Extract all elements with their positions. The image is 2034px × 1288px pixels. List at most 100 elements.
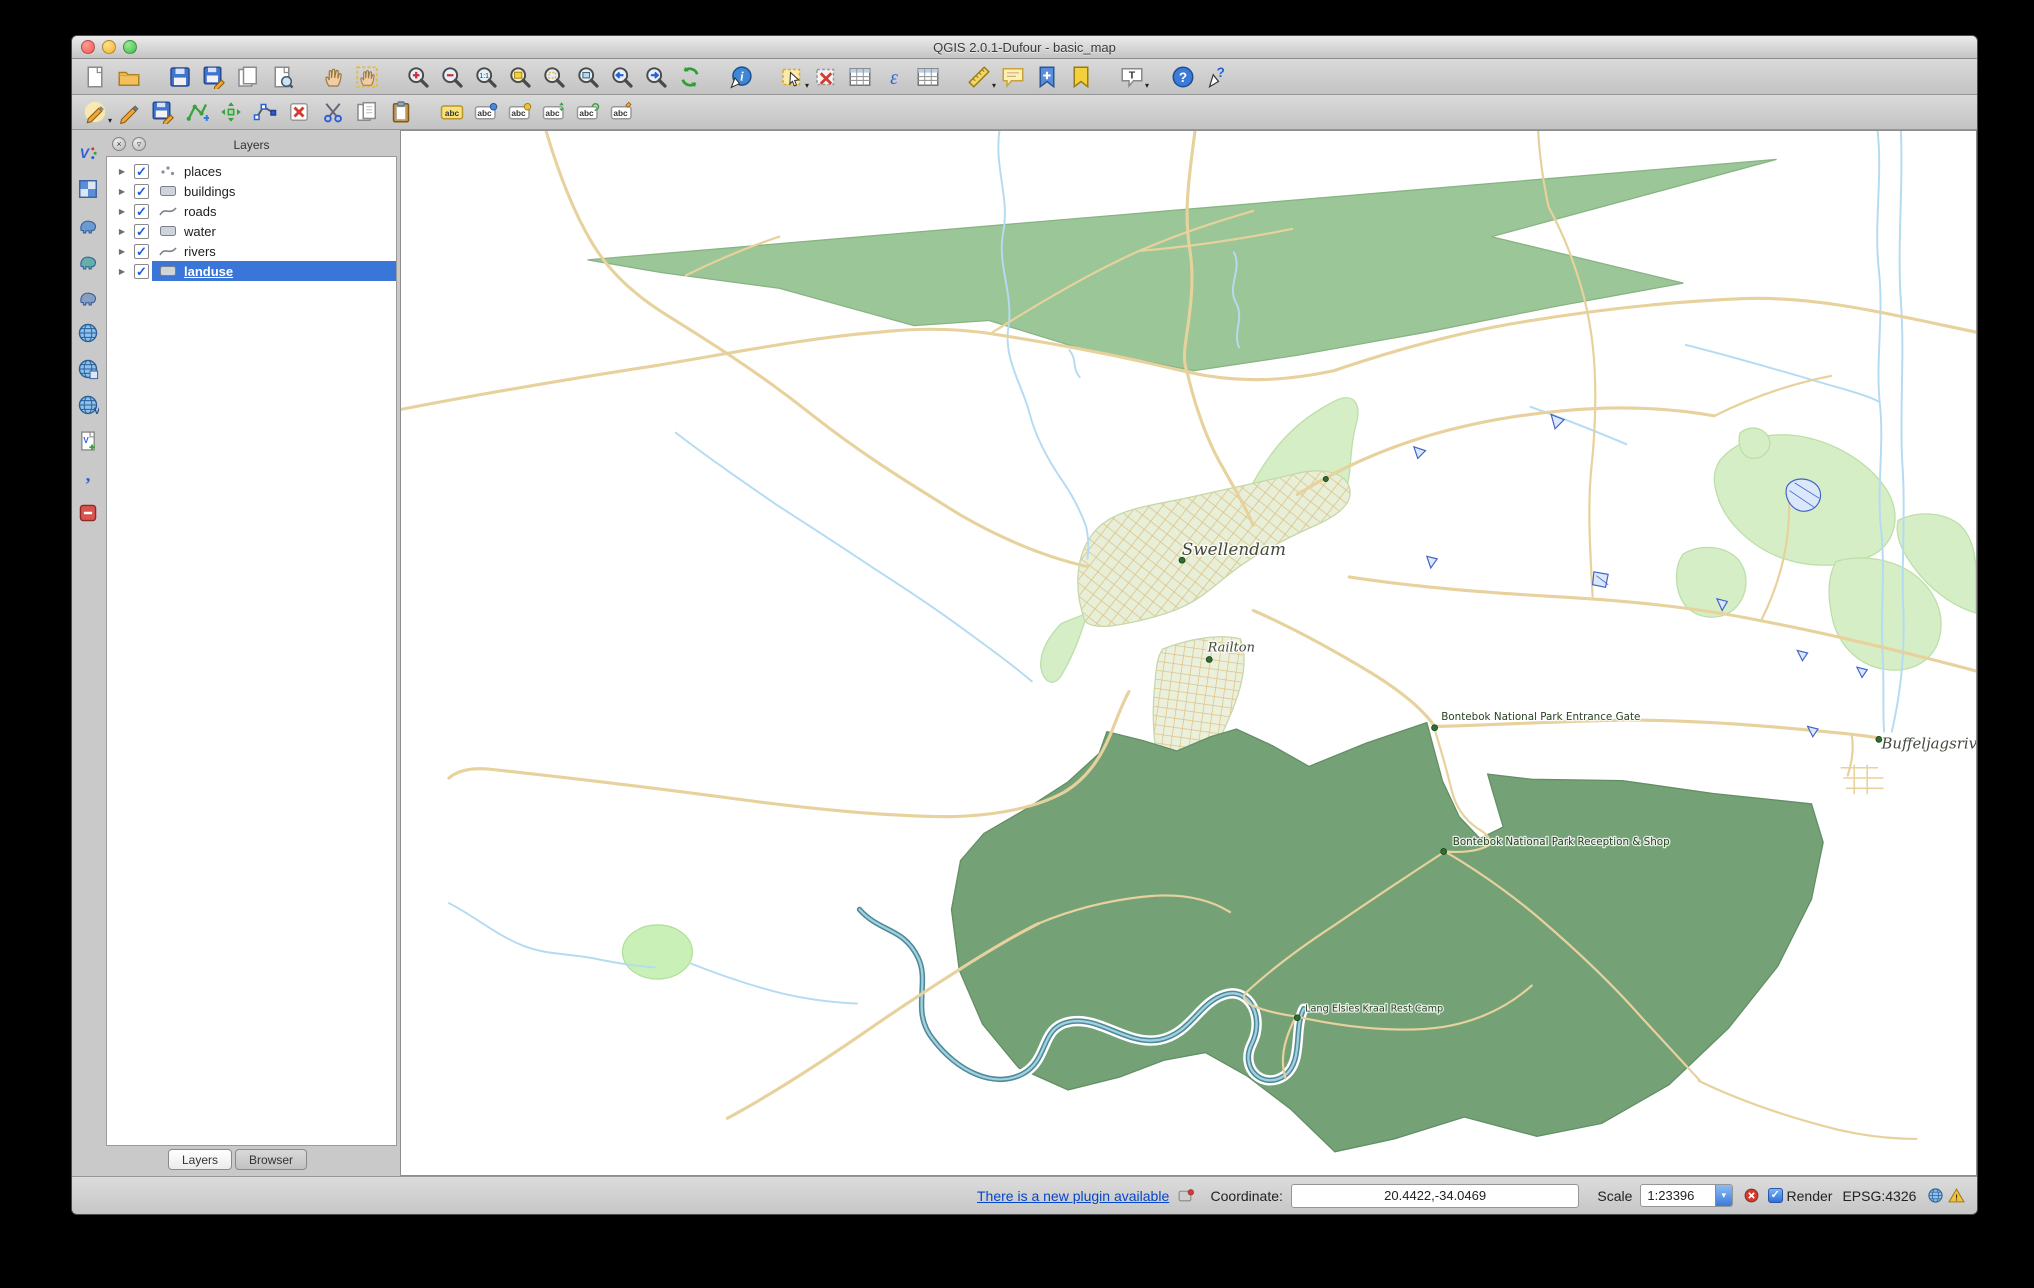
layer-row-water[interactable]: ▶ ✓water — [107, 221, 396, 241]
select-features-button[interactable] — [777, 62, 807, 92]
whats-this-button[interactable]: ? — [1202, 62, 1232, 92]
move-feature-button[interactable] — [216, 97, 246, 127]
panel-close-button[interactable]: × — [112, 137, 126, 151]
toggle-editing-button[interactable] — [114, 97, 144, 127]
zoom-full-button[interactable] — [505, 62, 535, 92]
layer-row-places[interactable]: ▶ ✓places — [107, 161, 396, 181]
composer-manager-button[interactable] — [267, 62, 297, 92]
refresh-map-button[interactable] — [675, 62, 705, 92]
show-pinned-labels-button[interactable]: abc — [471, 97, 501, 127]
labeling-options-button[interactable]: abc — [437, 97, 467, 127]
expand-arrow-icon[interactable]: ▶ — [116, 167, 128, 176]
tab-layers[interactable]: Layers — [168, 1149, 232, 1170]
pan-map-button[interactable] — [318, 62, 348, 92]
layer-row-buildings[interactable]: ▶ ✓buildings — [107, 181, 396, 201]
help-contents-button[interactable]: ? — [1168, 62, 1198, 92]
pin-unpin-labels-button[interactable]: abc — [505, 97, 535, 127]
identify-features-button[interactable]: i — [726, 62, 756, 92]
save-project-button[interactable] — [165, 62, 195, 92]
layer-row-landuse[interactable]: ▶ ✓landuse — [107, 261, 396, 281]
zoom-in-button[interactable] — [403, 62, 433, 92]
layer-visibility-checkbox[interactable]: ✓ — [134, 244, 149, 259]
messages-button[interactable]: ! — [1948, 1187, 1965, 1205]
layer-visibility-checkbox[interactable]: ✓ — [134, 224, 149, 239]
panel-float-button[interactable]: ▿ — [132, 137, 146, 151]
measure-button[interactable] — [964, 62, 994, 92]
node-tool-button[interactable] — [250, 97, 280, 127]
close-window-button[interactable] — [81, 40, 95, 54]
new-project-button[interactable] — [80, 62, 110, 92]
new-bookmark-button[interactable] — [1032, 62, 1062, 92]
copy-features-button[interactable] — [352, 97, 382, 127]
zoom-to-layer-button[interactable] — [573, 62, 603, 92]
layer-visibility-checkbox[interactable]: ✓ — [134, 204, 149, 219]
text-annotation-button[interactable]: T — [1117, 62, 1147, 92]
add-raster-layer-button[interactable] — [73, 174, 103, 204]
add-spatialite-layer-button[interactable] — [73, 246, 103, 276]
open-project-button[interactable] — [114, 62, 144, 92]
window-titlebar[interactable]: QGIS 2.0.1-Dufour - basic_map — [72, 36, 1977, 59]
layer-entry[interactable]: places — [152, 161, 396, 181]
zoom-last-button[interactable] — [607, 62, 637, 92]
map-label-entrance-gate: Bontebok National Park Entrance Gate — [1441, 711, 1640, 723]
new-shapefile-layer-button[interactable]: V — [73, 426, 103, 456]
pan-to-selection-button[interactable] — [352, 62, 382, 92]
plugin-icon[interactable] — [1177, 1187, 1194, 1205]
deselect-all-button[interactable] — [811, 62, 841, 92]
layer-entry[interactable]: landuse — [152, 261, 396, 281]
move-label-button[interactable]: abc — [539, 97, 569, 127]
map-canvas[interactable]: Swellendam Railton Buffeljagsrivier Bont… — [400, 130, 1977, 1176]
layer-row-rivers[interactable]: ▶ ✓rivers — [107, 241, 396, 261]
save-layer-edits-button[interactable] — [148, 97, 178, 127]
open-attribute-table-button[interactable] — [845, 62, 875, 92]
expand-arrow-icon[interactable]: ▶ — [116, 207, 128, 216]
add-vector-layer-button[interactable]: V — [73, 138, 103, 168]
plugin-available-link[interactable]: There is a new plugin available — [977, 1188, 1169, 1204]
layer-entry[interactable]: buildings — [152, 181, 396, 201]
expand-arrow-icon[interactable]: ▶ — [116, 187, 128, 196]
add-wcs-layer-button[interactable] — [73, 354, 103, 384]
combo-arrow-icon[interactable]: ▾ — [1715, 1185, 1732, 1206]
scale-combo[interactable]: 1:23396 ▾ — [1640, 1184, 1732, 1207]
coordinate-input[interactable] — [1291, 1184, 1579, 1208]
add-delimited-text-layer-button[interactable]: , — [73, 462, 103, 492]
add-feature-button[interactable] — [182, 97, 212, 127]
minimize-window-button[interactable] — [102, 40, 116, 54]
add-wfs-layer-button[interactable]: V — [73, 390, 103, 420]
add-mssql-layer-button[interactable] — [73, 282, 103, 312]
save-project-as-button[interactable] — [199, 62, 229, 92]
delete-selected-button[interactable] — [284, 97, 314, 127]
layer-visibility-checkbox[interactable]: ✓ — [134, 184, 149, 199]
layer-visibility-checkbox[interactable]: ✓ — [134, 164, 149, 179]
layer-entry[interactable]: water — [152, 221, 396, 241]
tab-browser[interactable]: Browser — [235, 1149, 307, 1170]
add-wms-layer-button[interactable] — [73, 318, 103, 348]
attribute-actions-button[interactable] — [913, 62, 943, 92]
map-tips-button[interactable] — [998, 62, 1028, 92]
expand-arrow-icon[interactable]: ▶ — [116, 267, 128, 276]
zoom-out-button[interactable] — [437, 62, 467, 92]
layer-entry[interactable]: rivers — [152, 241, 396, 261]
change-label-button[interactable]: abc — [607, 97, 637, 127]
new-print-composer-button[interactable] — [233, 62, 263, 92]
remove-layer-button[interactable] — [73, 498, 103, 528]
layer-entry[interactable]: roads — [152, 201, 396, 221]
cut-features-button[interactable] — [318, 97, 348, 127]
paste-features-button[interactable] — [386, 97, 416, 127]
add-postgis-layer-button[interactable] — [73, 210, 103, 240]
zoom-next-button[interactable] — [641, 62, 671, 92]
field-calculator-button[interactable]: ε — [879, 62, 909, 92]
layer-row-roads[interactable]: ▶ ✓roads — [107, 201, 396, 221]
current-edits-button[interactable] — [80, 97, 110, 127]
zoom-window-button[interactable] — [123, 40, 137, 54]
rotate-label-button[interactable]: abc — [573, 97, 603, 127]
crs-status-button[interactable] — [1926, 1187, 1943, 1205]
zoom-to-selection-button[interactable] — [539, 62, 569, 92]
show-bookmarks-button[interactable] — [1066, 62, 1096, 92]
render-checkbox[interactable]: ✓ — [1768, 1188, 1783, 1203]
zoom-native-button[interactable]: 1:1 — [471, 62, 501, 92]
expand-arrow-icon[interactable]: ▶ — [116, 227, 128, 236]
layer-visibility-checkbox[interactable]: ✓ — [134, 264, 149, 279]
stop-render-icon[interactable] — [1743, 1187, 1760, 1205]
expand-arrow-icon[interactable]: ▶ — [116, 247, 128, 256]
